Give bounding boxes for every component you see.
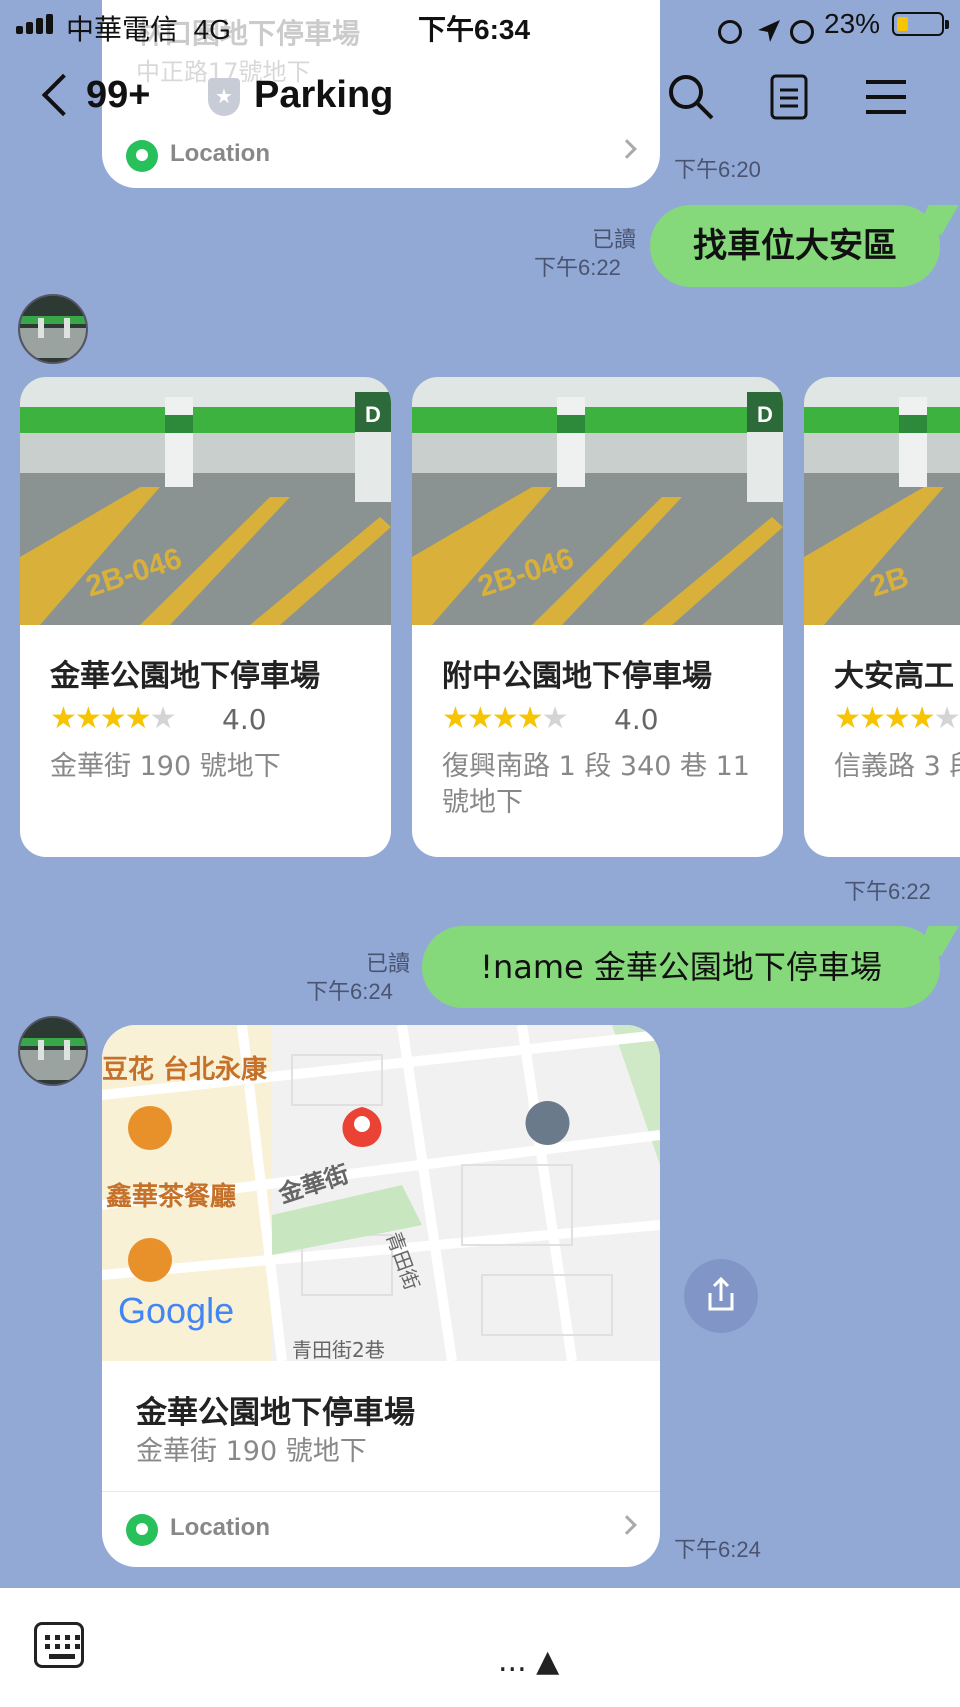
parking-card-address: 信義路 3 段 12 號地下 [834, 751, 960, 782]
rating-stars: ★★★★★ [50, 701, 177, 736]
rating-stars: ★★★★★ [442, 701, 569, 736]
parking-card-title: 大安高工 [834, 659, 954, 694]
message-time: 下午6:24 [674, 1537, 761, 1562]
svg-text:D: D [365, 402, 381, 427]
message-time: 下午6:22 [844, 879, 931, 904]
carrier-network: 中華電信 4G [66, 8, 231, 48]
chat-title[interactable]: Parking [254, 74, 393, 117]
keyboard-icon[interactable] [34, 1622, 84, 1668]
rich-menu-toggle[interactable]: ... ▲ [498, 1644, 559, 1679]
search-icon[interactable] [666, 72, 716, 122]
parking-card-title: 金華公園地下停車場 [50, 659, 320, 694]
rating-stars: ★★★★★ [834, 701, 960, 736]
chat-area[interactable]: 林口園地下停車場 中正路17號地下 Location 下午6:20 已讀 下午6… [0, 0, 960, 1588]
map-preview[interactable]: 豆花 台北永康 鑫華茶餐廳 金華街 青田街 青田街2巷 Google [102, 1025, 660, 1361]
star-icon: ★★★★ [442, 701, 544, 736]
parking-card-title: 附中公園地下停車場 [442, 659, 712, 694]
status-bar: 中華電信 4G 下午6:34 23% [0, 0, 960, 48]
alarm-icon [790, 20, 814, 44]
unread-count[interactable]: 99+ [86, 74, 150, 117]
chevron-right-icon [617, 1515, 637, 1535]
location-pin-icon [126, 1514, 158, 1546]
location-message-card[interactable]: 豆花 台北永康 鑫華茶餐廳 金華街 青田街 青田街2巷 Google 金華公園地… [102, 1025, 660, 1567]
bottom-bar: ... ▲ [0, 1588, 960, 1707]
svg-text:D: D [757, 402, 773, 427]
bot-avatar[interactable] [18, 294, 88, 364]
star-icon: ★ [541, 701, 569, 736]
notes-icon[interactable] [764, 72, 814, 122]
map-label: 豆花 台北永康 [102, 1054, 268, 1085]
chat-header: 99+ ★ Parking [0, 48, 960, 148]
back-button[interactable] [41, 73, 85, 117]
location-address: 金華街 190 號地下 [136, 1436, 367, 1467]
parking-card-address: 復興南路 1 段 340 巷 11 號地下 [442, 751, 750, 818]
parking-card[interactable]: 2B 大安高工 ★★★★★ 信義路 3 段 12 號地下 [804, 377, 960, 857]
parking-photo: 2B [804, 377, 960, 625]
star-icon: ★ [933, 701, 960, 736]
battery-percent: 23% [824, 8, 881, 39]
map-label: 鑫華茶餐廳 [106, 1181, 236, 1212]
message-time: 下午6:22 [534, 255, 621, 280]
parking-photo: D 2B-046 [20, 377, 391, 625]
rotation-lock-icon [718, 20, 742, 44]
message-time: 下午6:24 [306, 979, 393, 1004]
location-label: Location [170, 1514, 270, 1541]
share-button[interactable] [684, 1259, 758, 1333]
outgoing-message[interactable]: !name 金華公園地下停車場 [422, 926, 940, 1008]
carrier: 中華電信 [66, 14, 179, 45]
message-time: 下午6:20 [674, 157, 761, 182]
map-label: 青田街2巷 [292, 1338, 385, 1361]
parking-card-address: 金華街 190 號地下 [50, 751, 281, 782]
status-time: 下午6:34 [418, 14, 531, 45]
outgoing-message[interactable]: 找車位大安區 [650, 205, 940, 287]
share-icon [708, 1276, 734, 1311]
parking-card[interactable]: D 2B-046 附中公園地下停車場 ★★★★★ 4.0 復興南路 1 段 34… [412, 377, 783, 857]
battery-icon [892, 12, 949, 36]
parking-photo: D 2B-046 [412, 377, 783, 625]
location-arrow-icon [758, 20, 780, 42]
star-icon: ★★★★ [50, 701, 152, 736]
rating-value: 4.0 [222, 703, 267, 736]
menu-icon[interactable] [862, 72, 912, 122]
location-link[interactable]: Location [102, 1491, 660, 1567]
shield-icon: ★ [208, 78, 240, 116]
star-icon: ★ [149, 701, 177, 736]
star-icon: ★★★★ [834, 701, 936, 736]
rating-value: 4.0 [614, 703, 659, 736]
signal-icon [16, 14, 56, 34]
parking-card[interactable]: D 2B-046 金華公園地下停車場 ★★★★★ 4.0 金華街 190 號地下 [20, 377, 391, 857]
bot-avatar[interactable] [18, 1016, 88, 1086]
location-name: 金華公園地下停車場 [136, 1395, 415, 1431]
google-logo: Google [118, 1290, 234, 1331]
network-type: 4G [193, 14, 231, 45]
